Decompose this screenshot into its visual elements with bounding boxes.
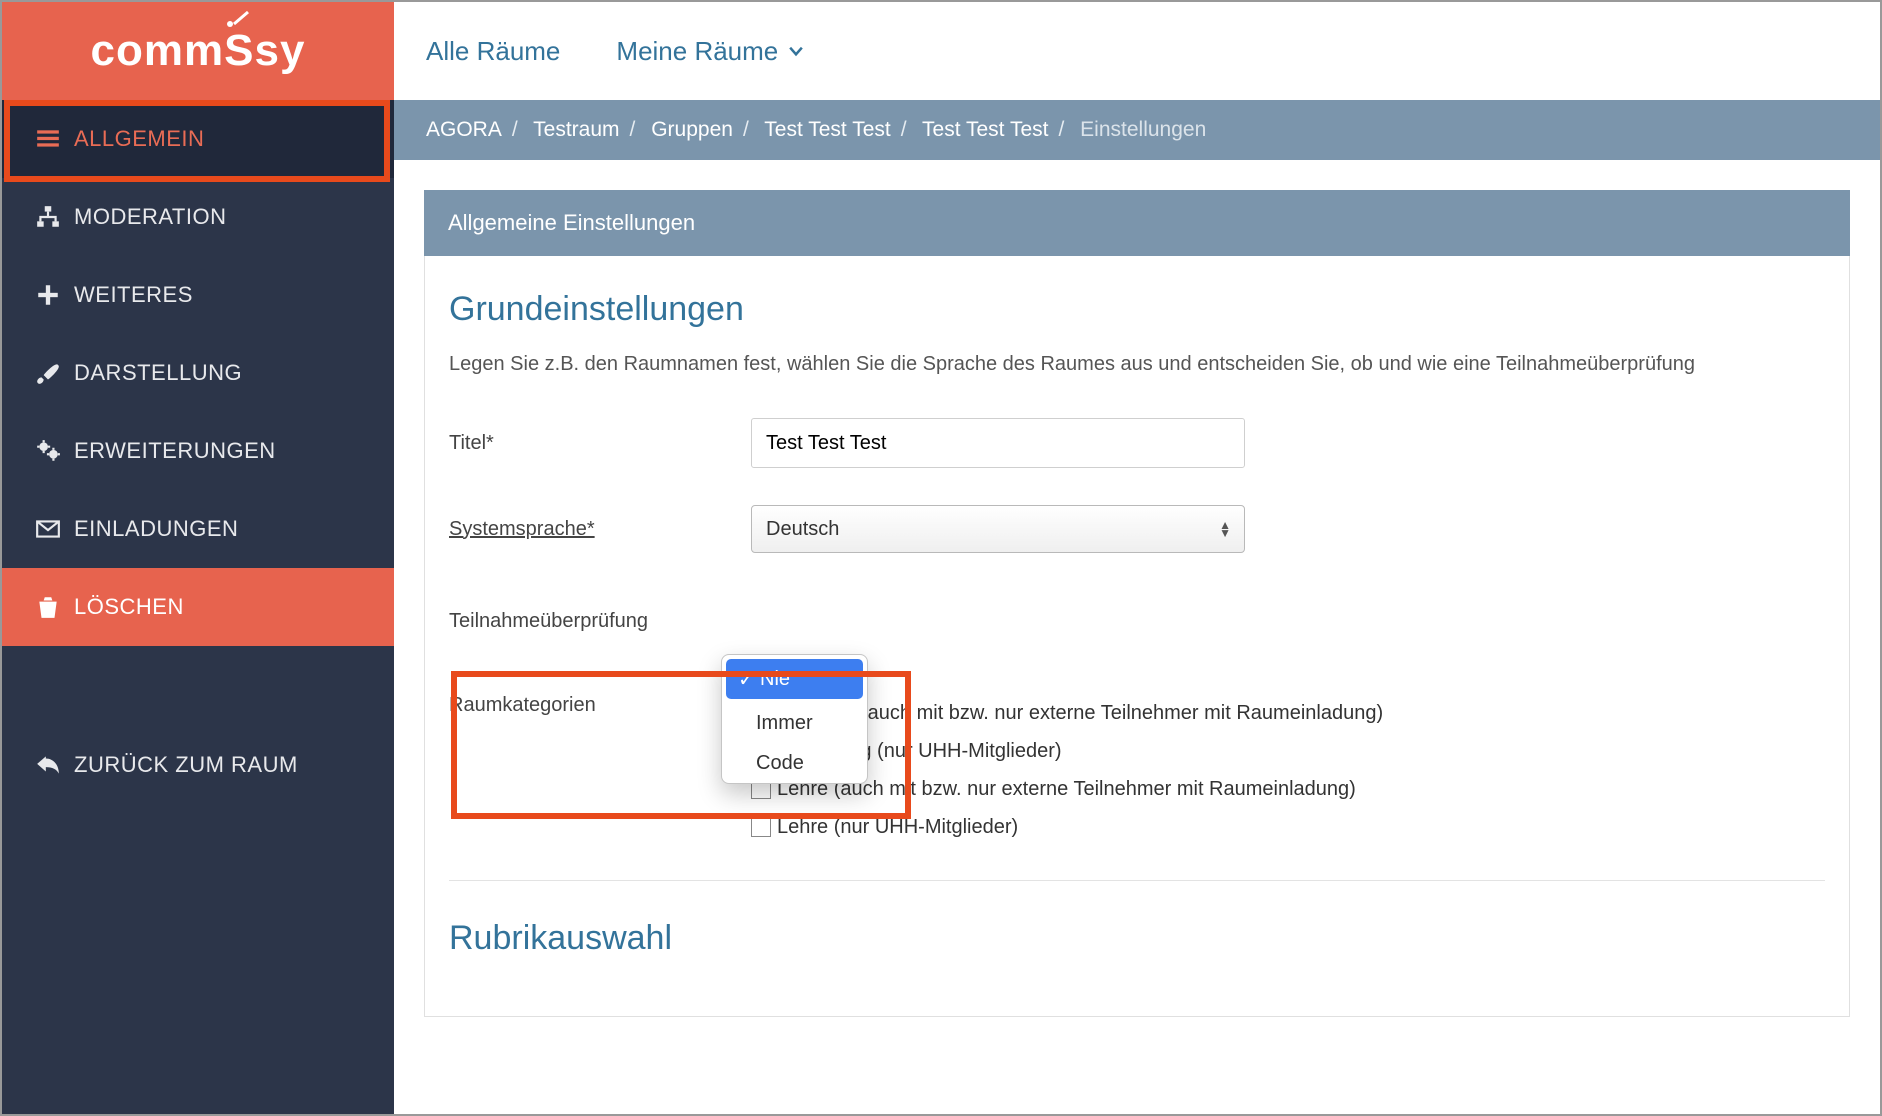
breadcrumb-item[interactable]: Test Test Test [764, 118, 890, 141]
trash-icon [28, 594, 68, 620]
sidebar-item-label: DARSTELLUNG [74, 360, 242, 386]
form-row-language: Systemsprache* Deutsch ▲▼ [449, 496, 1825, 562]
plus-icon [28, 282, 68, 308]
breadcrumb-item[interactable]: AGORA [426, 118, 502, 141]
section-description: Legen Sie z.B. den Raumnamen fest, wähle… [449, 353, 1825, 376]
sidebar-item-darstellung[interactable]: DARSTELLUNG [2, 334, 394, 412]
brand-logo: commSsy [2, 2, 394, 100]
breadcrumb: AGORA/ Testraum/ Gruppen/ Test Test Test… [394, 100, 1880, 160]
logo-accent-icon [224, 10, 254, 30]
sidebar-item-loeschen[interactable]: LÖSCHEN [2, 568, 394, 646]
panel-title: Allgemeine Einstellungen [424, 190, 1850, 256]
sidebar-item-label: EINLADUNGEN [74, 516, 238, 542]
sidebar-item-moderation[interactable]: MODERATION [2, 178, 394, 256]
mail-icon [28, 516, 68, 542]
cogs-icon [28, 438, 68, 464]
sidebar-item-einladungen[interactable]: EINLADUNGEN [2, 490, 394, 568]
main-content: Alle Räume Meine Räume AGORA/ Testraum/ … [394, 2, 1880, 1114]
chevron-down-icon [786, 41, 806, 61]
divider [449, 880, 1825, 881]
brand-text: commSsy [91, 26, 306, 76]
sidebar-item-label: ZURÜCK ZUM RAUM [74, 752, 298, 778]
checkbox-icon [751, 817, 771, 837]
form-row-participation: Teilnahmeüberprüfung [449, 588, 1825, 654]
dropdown-option-immer[interactable]: Immer [722, 703, 867, 743]
nav-link-label: Alle Räume [426, 36, 560, 67]
sidebar-item-weiteres[interactable]: WEITERES [2, 256, 394, 334]
nav-link-label: Meine Räume [616, 36, 778, 67]
category-option[interactable]: Lehre (nur UHH-Mitglieder) [751, 808, 1383, 846]
category-label: Lehre (nur UHH-Mitglieder) [777, 816, 1018, 839]
section-heading-basic: Grundeinstellungen [449, 290, 1825, 329]
brush-icon [28, 360, 68, 386]
participation-dropdown: ✓Nie Immer Code [721, 654, 868, 784]
option-label: Immer [756, 712, 813, 735]
sidebar-item-label: WEITERES [74, 282, 193, 308]
section-heading-rubrik: Rubrikauswahl [449, 919, 1825, 958]
reply-icon [28, 752, 68, 778]
category-label: (auch mit bzw. nur externe Teilnehmer mi… [861, 702, 1383, 725]
participation-label: Teilnahmeüberprüfung [449, 610, 751, 633]
sidebar-item-label: ERWEITERUNGEN [74, 438, 276, 464]
categories-label: Raumkategorien [449, 694, 751, 717]
panel-body: Grundeinstellungen Legen Sie z.B. den Ra… [424, 256, 1850, 1017]
select-value: Deutsch [766, 518, 839, 541]
sidebar-item-label: LÖSCHEN [74, 594, 184, 620]
sitemap-icon [28, 204, 68, 230]
nav-my-rooms[interactable]: Meine Räume [616, 36, 806, 67]
breadcrumb-item[interactable]: Gruppen [651, 118, 733, 141]
sidebar: commSsy ALLGEMEIN MODERATION WEITERES DA… [2, 2, 394, 1114]
language-select[interactable]: Deutsch ▲▼ [751, 505, 1245, 553]
language-label: Systemsprache* [449, 518, 751, 541]
category-option[interactable]: (auch mit bzw. nur externe Teilnehmer mi… [861, 694, 1383, 732]
form-row-title: Titel* [449, 410, 1825, 476]
form-row-categories: Raumkategorien (auch mit bzw. nur extern… [449, 694, 1825, 846]
dropdown-option-code[interactable]: Code [722, 743, 867, 783]
breadcrumb-current: Einstellungen [1080, 118, 1206, 141]
sidebar-item-allgemein[interactable]: ALLGEMEIN [2, 100, 394, 178]
title-label: Titel* [449, 432, 751, 455]
sidebar-item-erweiterungen[interactable]: ERWEITERUNGEN [2, 412, 394, 490]
title-input[interactable] [751, 418, 1245, 468]
sidebar-item-label: MODERATION [74, 204, 226, 230]
sidebar-item-label: ALLGEMEIN [74, 126, 204, 152]
check-icon: ✓ [738, 667, 760, 692]
top-nav: Alle Räume Meine Räume [394, 2, 1880, 100]
sidebar-item-back[interactable]: ZURÜCK ZUM RAUM [2, 726, 394, 804]
select-arrows-icon: ▲▼ [1219, 521, 1230, 537]
breadcrumb-item[interactable]: Testraum [533, 118, 619, 141]
breadcrumb-item[interactable]: Test Test Test [922, 118, 1048, 141]
list-icon [28, 126, 68, 152]
option-label: Code [756, 752, 804, 775]
option-label: Nie [760, 668, 790, 691]
dropdown-option-nie[interactable]: ✓Nie [726, 659, 863, 699]
nav-all-rooms[interactable]: Alle Räume [426, 36, 560, 67]
